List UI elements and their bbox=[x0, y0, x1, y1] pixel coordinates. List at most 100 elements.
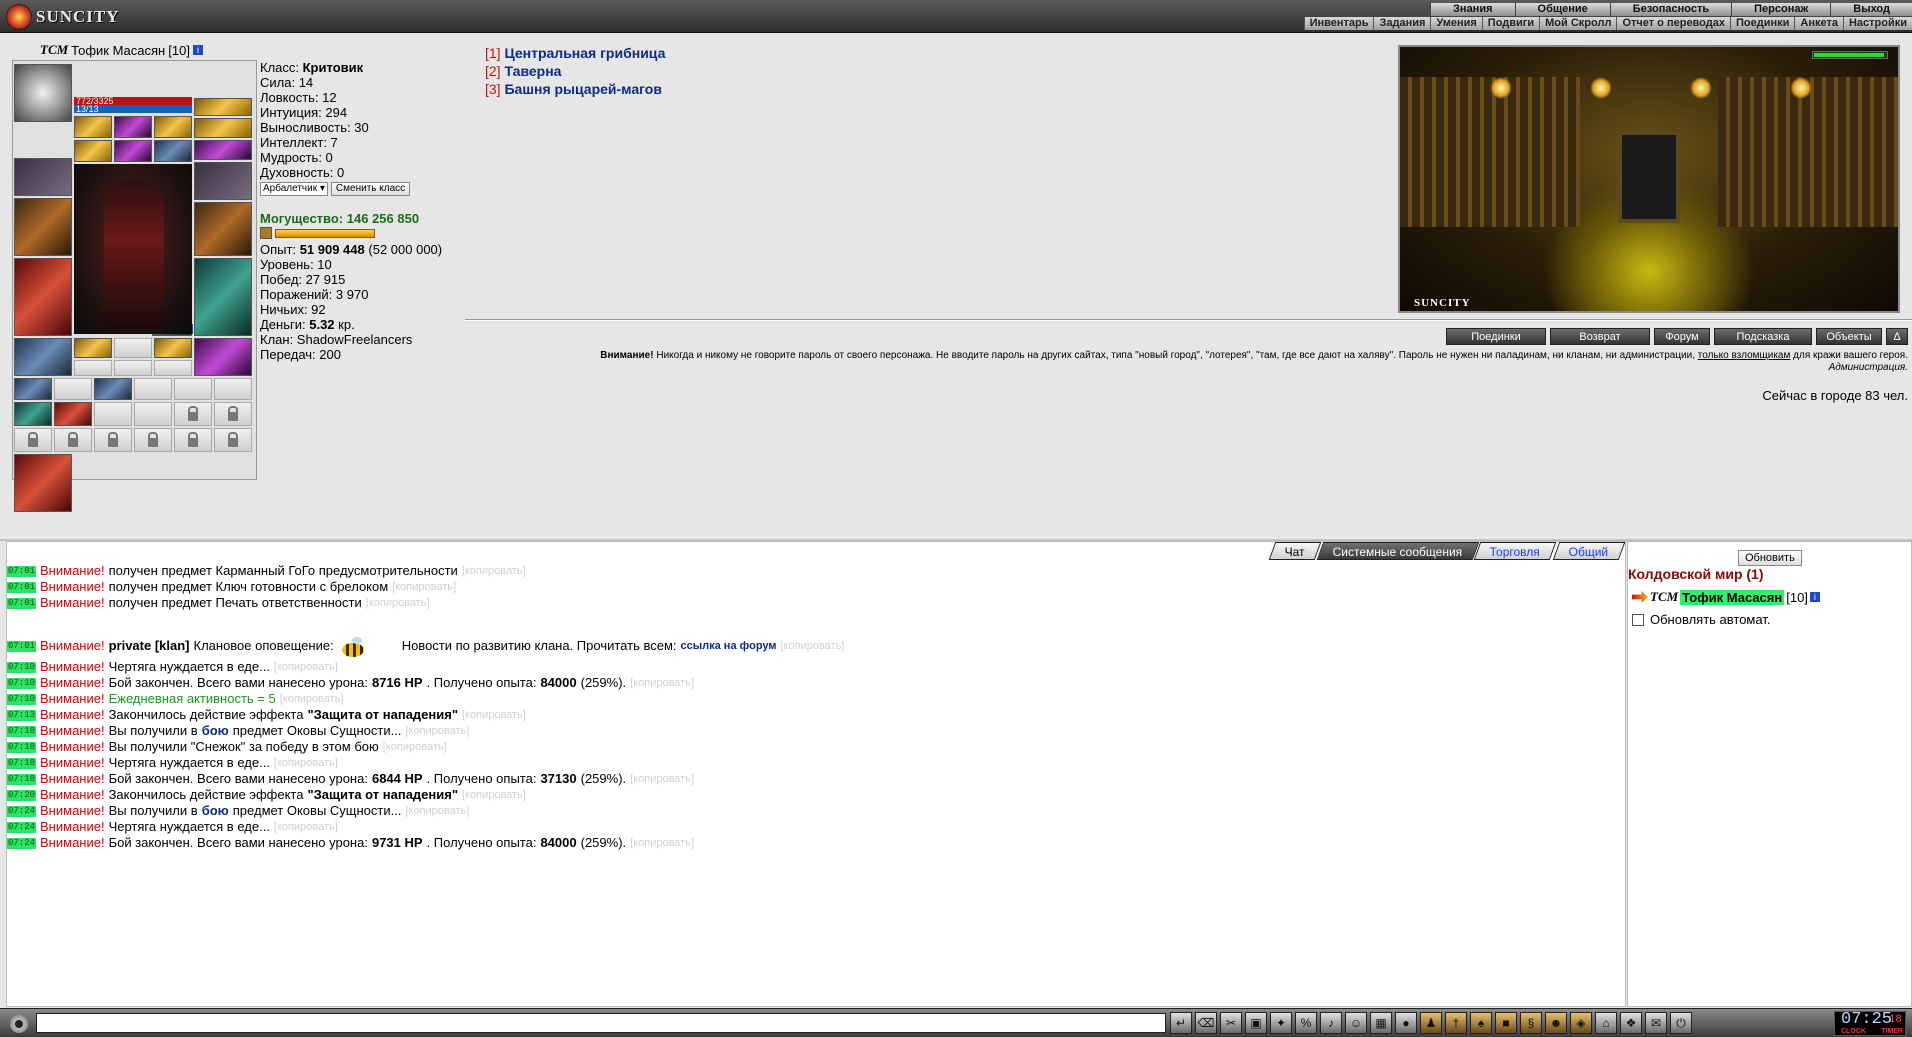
weapon-top-slot[interactable] bbox=[194, 98, 252, 116]
timestamp[interactable]: 07:20 bbox=[7, 789, 37, 801]
music-icon[interactable]: ♪ bbox=[1320, 1012, 1342, 1034]
fight-icon[interactable]: ✦ bbox=[1270, 1012, 1292, 1034]
timestamp[interactable]: 07:10 bbox=[7, 693, 37, 705]
ring-slot-1[interactable] bbox=[74, 116, 112, 138]
clan-row[interactable]: Клан: ShadowFreelancers bbox=[260, 332, 442, 347]
location-link-3[interactable]: [3] Башня рыцарей-магов bbox=[485, 80, 665, 98]
rune-slot-1[interactable] bbox=[74, 140, 112, 162]
bracelet-slot[interactable] bbox=[14, 158, 72, 196]
backpack-slot-10[interactable] bbox=[134, 402, 172, 426]
timestamp[interactable]: 07:13 bbox=[7, 709, 37, 721]
boots-slot[interactable] bbox=[194, 338, 252, 376]
charm-slot-2[interactable] bbox=[114, 360, 152, 376]
offhand-slot[interactable] bbox=[194, 202, 252, 256]
submenu-transfer-report[interactable]: Отчет о переводах bbox=[1616, 17, 1730, 30]
copy-link[interactable]: [копировать] bbox=[280, 691, 344, 707]
warning-link[interactable]: только взломщикам bbox=[1698, 350, 1791, 361]
copy-link[interactable]: [копировать] bbox=[274, 659, 338, 675]
battle-link[interactable]: бою bbox=[202, 723, 229, 739]
weapon-slot[interactable] bbox=[14, 198, 72, 256]
smile-icon[interactable]: ☺ bbox=[1345, 1012, 1367, 1034]
chat-icon[interactable]: ✉ bbox=[1645, 1012, 1667, 1034]
submenu-my-scroll[interactable]: Мой Скролл bbox=[1539, 17, 1616, 30]
forum-button[interactable]: Форум bbox=[1654, 328, 1710, 345]
objects-button[interactable]: Объекты bbox=[1816, 328, 1882, 345]
submenu-inventory[interactable]: Инвентарь bbox=[1303, 17, 1374, 30]
charm-slot-1[interactable] bbox=[74, 360, 112, 376]
scene-door[interactable] bbox=[1618, 131, 1680, 223]
earring-slot-1[interactable] bbox=[74, 338, 112, 358]
copy-link[interactable]: [копировать] bbox=[392, 579, 456, 595]
copy-link[interactable]: [копировать] bbox=[405, 803, 469, 819]
timestamp[interactable]: 07:18 bbox=[7, 741, 37, 753]
belt-slot[interactable] bbox=[194, 162, 252, 200]
copy-link[interactable]: [копировать] bbox=[383, 739, 447, 755]
copy-link[interactable]: [копировать] bbox=[274, 755, 338, 771]
copy-link[interactable]: [копировать] bbox=[366, 595, 430, 611]
exit-icon[interactable]: ⏻ bbox=[1670, 1012, 1692, 1034]
copy-link[interactable]: [копировать] bbox=[781, 638, 845, 654]
copy-link[interactable]: [копировать] bbox=[405, 723, 469, 739]
copy-link[interactable]: [копировать] bbox=[462, 787, 526, 803]
timestamp[interactable]: 07:10 bbox=[7, 661, 37, 673]
tab-system[interactable]: Системные сообщения bbox=[1316, 542, 1479, 560]
location-link-1[interactable]: [1] Центральная грибница bbox=[485, 44, 665, 62]
timestamp[interactable]: 07:24 bbox=[7, 805, 37, 817]
suncity-logo[interactable]: SUNCITY bbox=[6, 2, 120, 31]
crystal-icon[interactable]: ❖ bbox=[1620, 1012, 1642, 1034]
submenu-duels[interactable]: Поединки bbox=[1729, 17, 1794, 30]
sword-icon[interactable]: † bbox=[1445, 1012, 1467, 1034]
copy-link[interactable]: [копировать] bbox=[630, 771, 694, 787]
copy-link[interactable]: [копировать] bbox=[274, 819, 338, 835]
gear-icon[interactable] bbox=[10, 1015, 28, 1033]
tab-trade[interactable]: Торговля bbox=[1474, 542, 1557, 560]
copy-link[interactable]: [копировать] bbox=[462, 707, 526, 723]
helmet-slot[interactable] bbox=[14, 64, 72, 122]
amulet-slot[interactable] bbox=[14, 338, 72, 376]
ring-slot-2[interactable] bbox=[114, 116, 152, 138]
timestamp[interactable]: 07:01 bbox=[7, 565, 37, 577]
auto-refresh-checkbox[interactable] bbox=[1632, 613, 1644, 626]
backpack-slot-9[interactable] bbox=[94, 402, 132, 426]
hint-button[interactable]: Подсказка bbox=[1714, 328, 1812, 345]
online-user[interactable]: ТСМ Тофик Масасян [10] i bbox=[1632, 589, 1820, 605]
backpack-slot-1[interactable] bbox=[14, 378, 52, 400]
scroll-icon[interactable]: § bbox=[1520, 1012, 1542, 1034]
earring-slot-3[interactable] bbox=[154, 338, 192, 358]
forum-link[interactable]: ссылка на форум bbox=[681, 638, 777, 654]
earring-slot-2[interactable] bbox=[114, 338, 152, 358]
menu-knowledge[interactable]: Знания bbox=[1430, 3, 1515, 16]
character-avatar[interactable] bbox=[74, 164, 192, 334]
pet-portrait-slot[interactable] bbox=[14, 454, 72, 512]
enter-icon[interactable]: ↵ bbox=[1170, 1012, 1192, 1034]
timestamp[interactable]: 07:01 bbox=[7, 597, 37, 609]
backpack-slot-8[interactable] bbox=[54, 402, 92, 426]
battle-link[interactable]: бою bbox=[202, 803, 229, 819]
location-scene[interactable]: SUNCITY bbox=[1398, 45, 1900, 313]
timestamp[interactable]: 07:18 bbox=[7, 725, 37, 737]
tab-general[interactable]: Общий bbox=[1552, 542, 1625, 560]
stats-icon[interactable]: % bbox=[1295, 1012, 1317, 1034]
bracer-slot[interactable] bbox=[194, 140, 252, 160]
submenu-profile[interactable]: Анкета bbox=[1794, 17, 1843, 30]
timestamp[interactable]: 07:24 bbox=[7, 837, 37, 849]
armor-slot[interactable] bbox=[14, 258, 72, 336]
backpack-slot-7[interactable] bbox=[14, 402, 52, 426]
submenu-skills[interactable]: Умения bbox=[1430, 17, 1481, 30]
timestamp[interactable]: 07:01 bbox=[7, 640, 37, 652]
submenu-achievements[interactable]: Подвиги bbox=[1481, 17, 1539, 30]
eraser-icon[interactable]: ⌫ bbox=[1195, 1012, 1217, 1034]
duels-button[interactable]: Поединки bbox=[1446, 328, 1546, 345]
disc-icon[interactable]: ● bbox=[1395, 1012, 1417, 1034]
user-name[interactable]: Тофик Масасян bbox=[1680, 589, 1785, 605]
clan-mark[interactable]: ТСМ bbox=[1650, 589, 1678, 605]
backpack-slot-6[interactable] bbox=[214, 378, 252, 400]
house-icon[interactable]: ⌂ bbox=[1595, 1012, 1617, 1034]
timestamp[interactable]: 07:10 bbox=[7, 677, 37, 689]
legs-slot[interactable] bbox=[194, 258, 252, 336]
menu-character[interactable]: Персонаж bbox=[1731, 3, 1831, 16]
return-button[interactable]: Возврат bbox=[1550, 328, 1650, 345]
info-icon[interactable]: i bbox=[192, 45, 203, 55]
menu-exit[interactable]: Выход bbox=[1830, 3, 1912, 16]
ring-slot-3[interactable] bbox=[154, 116, 192, 138]
